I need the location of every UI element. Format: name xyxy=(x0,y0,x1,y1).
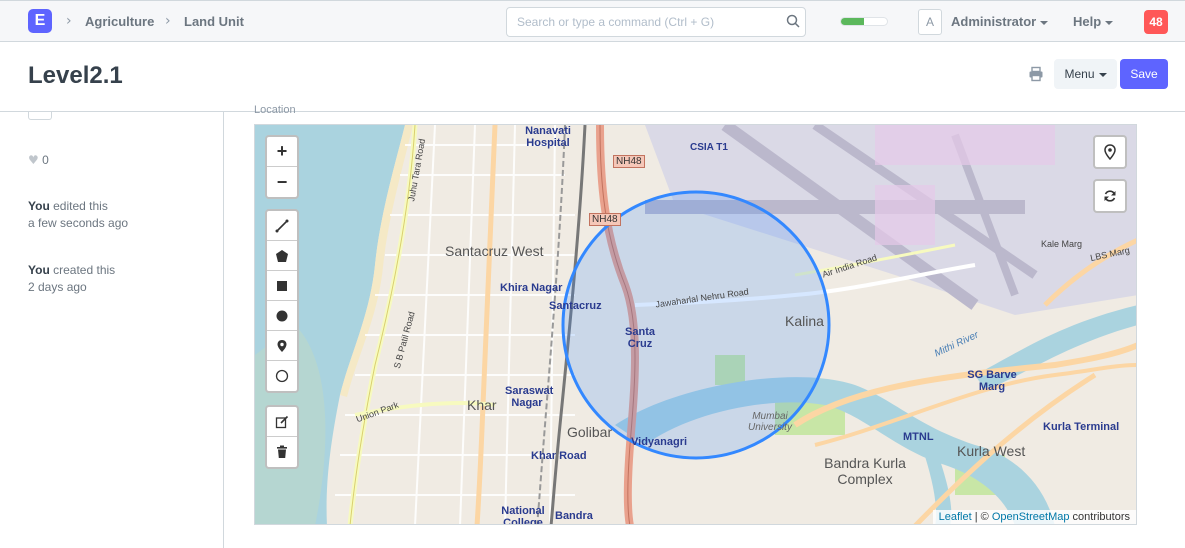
app-logo[interactable]: E xyxy=(28,9,52,33)
map-label: Khar Road xyxy=(531,450,587,462)
activity-who: You xyxy=(28,199,50,213)
help-label: Help xyxy=(1073,14,1102,29)
map-label: National College xyxy=(501,505,545,525)
draw-marker-icon[interactable] xyxy=(267,331,297,361)
map-label: Kurla West xyxy=(957,443,1026,459)
search-box xyxy=(506,7,806,37)
leaflet-link[interactable]: Leaflet xyxy=(939,511,972,523)
map-label: MTNL xyxy=(903,431,934,443)
help-menu[interactable]: Help xyxy=(1073,14,1114,29)
caret-down-icon xyxy=(1105,20,1114,25)
activity-who: You xyxy=(28,263,50,277)
zoom-out-button[interactable]: − xyxy=(267,167,297,197)
edit-toolbar xyxy=(265,405,299,469)
page-title: Level2.1 xyxy=(28,62,123,89)
map-label: SG Barve Marg xyxy=(967,369,1017,393)
draw-polygon-icon[interactable] xyxy=(267,241,297,271)
map-attribution: Leaflet | © OpenStreetMap contributors xyxy=(932,510,1136,524)
avatar[interactable]: A xyxy=(918,9,942,35)
attribution-separator: | © xyxy=(971,511,992,523)
caret-down-icon xyxy=(1040,20,1049,25)
draw-rectangle-icon[interactable] xyxy=(267,271,297,301)
map-label: Vidyanagri xyxy=(631,436,688,448)
map-label: Santacruz West xyxy=(445,243,544,259)
breadcrumb-agriculture[interactable]: Agriculture xyxy=(85,14,154,29)
activity-time: a few seconds ago xyxy=(28,216,129,230)
map-label: Mumbai University xyxy=(748,411,792,433)
map-label: Nanavati Hospital xyxy=(525,125,571,149)
osm-link[interactable]: OpenStreetMap xyxy=(992,511,1070,523)
activity-action: created this xyxy=(53,263,116,277)
locate-control xyxy=(1093,135,1127,169)
edit-layers-icon[interactable] xyxy=(267,407,297,437)
breadcrumb-land-unit[interactable]: Land Unit xyxy=(184,14,244,29)
map-label: Santa Cruz xyxy=(625,326,655,350)
map-label: Santacruz xyxy=(549,300,602,312)
refresh-control xyxy=(1093,179,1127,213)
attribution-suffix: contributors xyxy=(1069,511,1130,523)
notification-badge[interactable]: 48 xyxy=(1144,10,1168,34)
caret-down-icon xyxy=(1098,72,1107,77)
save-button[interactable]: Save xyxy=(1120,59,1168,89)
location-map[interactable]: Santacruz West Khira Nagar Santacruz San… xyxy=(254,124,1137,525)
progress-fill xyxy=(841,18,864,25)
chevron-right-icon: › xyxy=(165,13,171,29)
draw-toolbar xyxy=(265,209,299,393)
like-count: 0 xyxy=(42,153,49,167)
menu-label: Menu xyxy=(1064,67,1095,81)
map-label: Khira Nagar xyxy=(500,282,563,294)
menu-button[interactable]: Menu xyxy=(1054,59,1117,89)
draw-circle-icon[interactable] xyxy=(267,301,297,331)
map-label: Saraswat Nagar xyxy=(505,385,554,409)
search-icon[interactable] xyxy=(786,14,800,33)
location-label: Location xyxy=(254,104,296,116)
sidebar-attachment-stub xyxy=(28,112,52,120)
user-name: Administrator xyxy=(951,14,1037,29)
print-icon[interactable] xyxy=(1028,66,1044,82)
zoom-in-button[interactable]: + xyxy=(267,137,297,167)
heart-icon[interactable]: ♥ xyxy=(28,153,39,167)
draw-circle-marker-icon[interactable] xyxy=(267,361,297,391)
map-label: Kale Marg xyxy=(1041,239,1083,249)
zoom-control: + − xyxy=(265,135,299,199)
page-head: Level2.1 Menu Save xyxy=(0,42,1185,112)
map-label: Golibar xyxy=(567,424,613,440)
search-input[interactable] xyxy=(507,8,767,36)
like-counter[interactable]: ♥ 0 xyxy=(28,153,49,167)
navbar: E › Agriculture › Land Unit A Administra… xyxy=(0,0,1185,42)
activity-time: 2 days ago xyxy=(28,280,87,294)
map-label: CSIA T1 xyxy=(690,142,728,153)
delete-layers-icon[interactable] xyxy=(267,437,297,467)
map-shield: NH48 xyxy=(613,155,645,168)
activity-item: You created this 2 days ago xyxy=(28,262,115,296)
user-menu[interactable]: Administrator xyxy=(951,14,1049,29)
chevron-right-icon: › xyxy=(66,13,72,29)
setup-progress-bar xyxy=(840,17,888,26)
activity-item: You edited this a few seconds ago xyxy=(28,198,128,232)
map-label: Kurla Terminal xyxy=(1043,421,1120,433)
sidebar-divider xyxy=(223,112,224,548)
map-label: Khar xyxy=(467,397,497,413)
map-label: Kalina xyxy=(785,313,824,329)
map-label: Bandra xyxy=(555,510,593,522)
map-marker-icon[interactable] xyxy=(1095,137,1125,167)
map-label: Bandra Kurla Complex xyxy=(824,455,906,487)
refresh-icon[interactable] xyxy=(1095,181,1125,211)
map-shield: NH48 xyxy=(589,213,621,226)
draw-polyline-icon[interactable] xyxy=(267,211,297,241)
map-tiles[interactable] xyxy=(255,125,1137,525)
activity-action: edited this xyxy=(53,199,108,213)
